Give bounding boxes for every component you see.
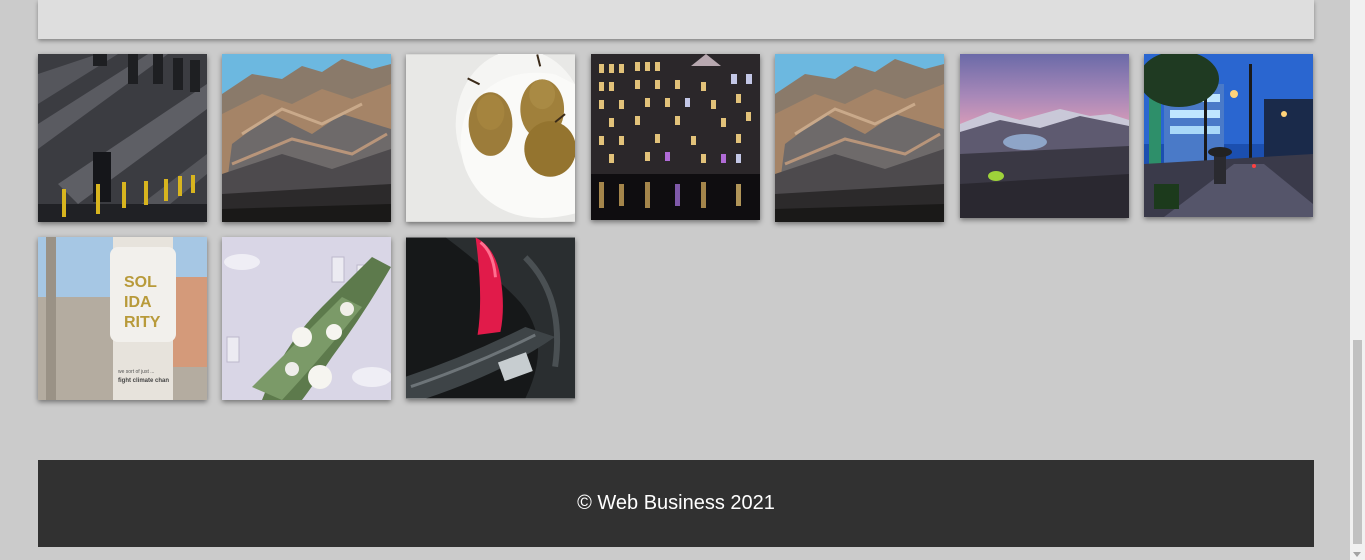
gallery-image-solidarity-sticker[interactable]: SOL IDA RITY we sort of just ... fight c… bbox=[38, 237, 207, 400]
mountain-lake-dusk-image bbox=[960, 54, 1129, 218]
gallery-image-table-flowers[interactable] bbox=[222, 237, 391, 400]
building-shadows-image bbox=[38, 54, 207, 222]
city-street-night-image bbox=[1144, 54, 1313, 217]
page-scrollbar[interactable] bbox=[1350, 0, 1365, 560]
gallery-image-city-street[interactable] bbox=[1144, 54, 1313, 217]
solidarity-sticker-image: SOL IDA RITY we sort of just ... fight c… bbox=[38, 237, 207, 400]
footer-copyright: © Web Business 2021 bbox=[577, 492, 775, 514]
sticker-text-line-2: IDA bbox=[124, 294, 152, 311]
sticker-small-text-1: we sort of just ... bbox=[118, 369, 154, 375]
sticker-small-text-2: fight climate chan bbox=[118, 378, 169, 384]
gallery-image-neon-sign[interactable] bbox=[406, 237, 575, 399]
mountain-cliff-image bbox=[222, 54, 391, 222]
table-flowers-image bbox=[222, 237, 391, 400]
page-footer: © Web Business 2021 bbox=[38, 460, 1314, 547]
neon-sign-image bbox=[406, 237, 575, 399]
gallery-image-building-shadows[interactable] bbox=[38, 54, 207, 222]
gallery-image-pears[interactable] bbox=[406, 54, 575, 222]
canal-houses-night-image bbox=[591, 54, 760, 220]
pears-bowl-image bbox=[406, 54, 575, 222]
mountain-cliff-image-2 bbox=[775, 54, 944, 222]
gallery-image-canal-houses[interactable] bbox=[591, 54, 760, 220]
sticker-text-line-1: SOL bbox=[124, 274, 157, 291]
gallery-image-mountain-cliff-2[interactable] bbox=[775, 54, 944, 222]
sticker-text-line-3: RITY bbox=[124, 314, 161, 331]
scrollbar-thumb[interactable] bbox=[1353, 340, 1362, 544]
top-content-panel bbox=[38, 0, 1314, 39]
scroll-down-arrow-icon[interactable] bbox=[1353, 552, 1361, 557]
gallery-image-mountain-cliff[interactable] bbox=[222, 54, 391, 222]
gallery-image-mountain-lake[interactable] bbox=[960, 54, 1129, 218]
